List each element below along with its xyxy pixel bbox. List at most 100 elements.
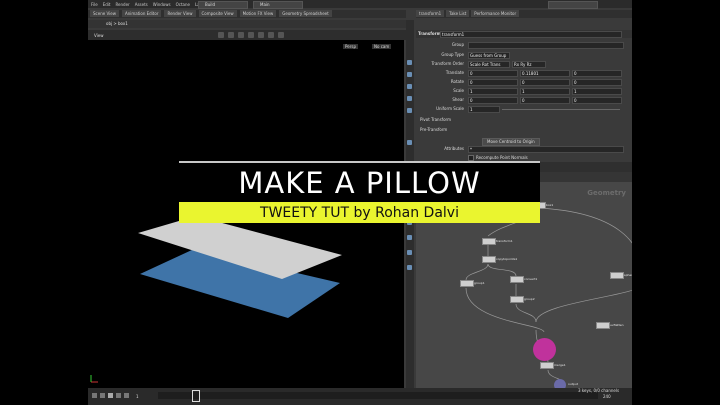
rotate-y[interactable]: 0 [520, 79, 570, 86]
video-frame: File Edit Render Assets Windows Octane L… [0, 0, 720, 405]
node-merge[interactable] [540, 362, 554, 369]
node-name-field[interactable]: transform1 [440, 31, 622, 38]
parameter-pane: transform1 Take List Performance Monitor… [416, 10, 632, 168]
param-tabs: transform1 Take List Performance Monitor [416, 10, 632, 18]
node-uvflatten-label: uvflatten [610, 323, 624, 327]
node-copytopoints[interactable] [482, 256, 496, 263]
uniform-scale-slider[interactable] [502, 109, 620, 110]
tab-geometry-spreadsheet[interactable]: Geometry Spreadsheet [279, 10, 332, 17]
group-type-value: Guess from Group [470, 53, 507, 58]
scale-y[interactable]: 1 [520, 88, 570, 95]
centroid-button[interactable]: Move Centroid to Origin [482, 138, 540, 146]
wireframe-icon[interactable] [247, 32, 254, 38]
attributes-field[interactable]: * [468, 146, 624, 153]
shear-y-value: 0 [522, 98, 525, 103]
scale-z[interactable]: 1 [572, 88, 622, 95]
last-frame-icon[interactable] [124, 393, 129, 398]
scale-z-value: 1 [574, 89, 577, 94]
node-uvflatten[interactable] [596, 322, 610, 329]
handle-tool-icon[interactable] [407, 60, 412, 65]
tab-take-list[interactable]: Take List [446, 10, 470, 17]
uniform-scale-label: Uniform Scale [436, 106, 464, 111]
first-frame-icon[interactable] [92, 393, 97, 398]
select-prims-icon[interactable] [407, 108, 412, 113]
shear-z-value: 0 [574, 98, 577, 103]
node-sphere[interactable] [610, 272, 624, 279]
rotate-x[interactable]: 0 [468, 79, 518, 86]
pretransform-section[interactable]: Pre-Transform [420, 127, 447, 132]
tab-render-view[interactable]: Render View [164, 10, 196, 17]
select-points-icon[interactable] [407, 84, 412, 89]
current-frame[interactable]: 1 [136, 394, 139, 399]
rot-order-select[interactable]: Rx Ry Rz [512, 61, 546, 68]
time-slider[interactable] [158, 392, 598, 399]
shading-icon[interactable] [257, 32, 264, 38]
ghost-icon[interactable] [407, 235, 412, 240]
menu-windows[interactable]: Windows [153, 2, 171, 7]
prev-frame-icon[interactable] [100, 393, 105, 398]
user-selector[interactable] [548, 1, 598, 9]
tab-label: Take List [449, 11, 467, 16]
light-icon[interactable] [267, 32, 274, 38]
menu-render[interactable]: Render [115, 2, 129, 7]
end-frame[interactable]: 240 [603, 394, 611, 399]
tab-transform1[interactable]: transform1 [416, 10, 445, 17]
menu-edit[interactable]: Edit [103, 2, 111, 7]
tab-label: Geometry Spreadsheet [282, 11, 329, 16]
centroid-button-label: Move Centroid to Origin [487, 139, 535, 144]
rotate-x-value: 0 [470, 80, 473, 85]
node-transform1[interactable] [482, 238, 496, 245]
tab-composite-view[interactable]: Composite View [198, 10, 237, 17]
desktop-label: Build [205, 2, 216, 7]
scale-y-value: 1 [522, 89, 525, 94]
scale-x[interactable]: 1 [468, 88, 518, 95]
left-path-bar[interactable]: obj > box1 [88, 20, 406, 28]
node-group2[interactable] [510, 296, 524, 303]
group-field[interactable] [468, 42, 624, 49]
tab-scene-view[interactable]: Scene View [90, 10, 119, 17]
shear-x[interactable]: 0 [468, 97, 518, 104]
tab-animation-editor[interactable]: Animation Editor [121, 10, 162, 17]
translate-y[interactable]: 0.11801 [520, 70, 570, 77]
group-type-label: Group Type [441, 52, 464, 57]
node-transform1-label: transform1 [496, 239, 513, 243]
menu-octane[interactable]: Octane [176, 2, 190, 7]
display-icon[interactable] [237, 32, 244, 38]
rotate-z[interactable]: 0 [572, 79, 622, 86]
view-tool-icon[interactable] [407, 72, 412, 77]
rotate-label: Rotate [450, 79, 464, 84]
video-title: MAKE A PILLOW [238, 165, 481, 200]
xform-order-select[interactable]: Scale Rot Trans [468, 61, 510, 68]
node-convert[interactable] [510, 276, 524, 283]
select-edges-icon[interactable] [407, 96, 412, 101]
menu-file[interactable]: File [91, 2, 98, 7]
desktop-selector[interactable]: Build [198, 1, 248, 9]
node-box-label: box1 [546, 203, 554, 207]
translate-x[interactable]: 0 [468, 70, 518, 77]
translate-z[interactable]: 0 [572, 70, 622, 77]
next-frame-icon[interactable] [116, 393, 121, 398]
snap-icon[interactable] [227, 32, 234, 38]
tab-performance-monitor[interactable]: Performance Monitor [471, 10, 520, 17]
view-label: View [94, 32, 104, 38]
visibility-icon[interactable] [407, 250, 412, 255]
menu-assets[interactable]: Assets [135, 2, 148, 7]
grid-icon[interactable] [407, 140, 412, 145]
shear-y[interactable]: 0 [520, 97, 570, 104]
shear-z[interactable]: 0 [572, 97, 622, 104]
play-icon[interactable] [108, 393, 113, 398]
uniform-scale-field[interactable]: 1 [468, 106, 500, 113]
context-selector[interactable]: Main [253, 1, 303, 9]
tab-motion-fx[interactable]: Motion FX View [239, 10, 277, 17]
group-type-select[interactable]: Guess from Group [468, 52, 510, 59]
background-icon[interactable] [407, 265, 412, 270]
camera-icon[interactable] [277, 32, 284, 38]
pivot-section[interactable]: Pivot Transform [420, 117, 451, 122]
channel-status: 3 keys, 0/0 channels [578, 388, 620, 393]
tab-label: transform1 [419, 11, 442, 16]
select-tool-icon[interactable] [217, 32, 224, 38]
subtitle-banner: TWEETY TUT by Rohan Dalvi [179, 202, 540, 223]
translate-y-value: 0.11801 [522, 71, 539, 76]
node-group1[interactable] [460, 280, 474, 287]
time-cursor[interactable] [192, 390, 200, 402]
